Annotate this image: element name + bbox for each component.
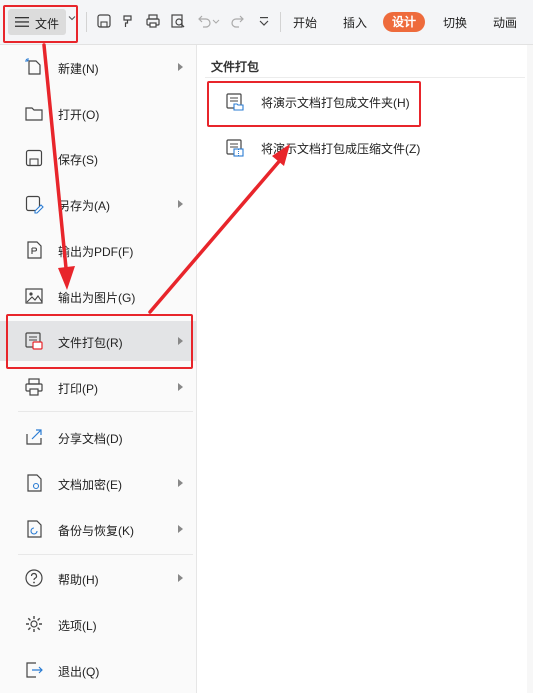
annotation-arrow-diagonal (148, 156, 284, 314)
annotation-arrow-down (42, 43, 68, 270)
annotation-arrows (42, 43, 290, 314)
arrowhead (58, 266, 75, 290)
arrowhead (272, 144, 290, 166)
